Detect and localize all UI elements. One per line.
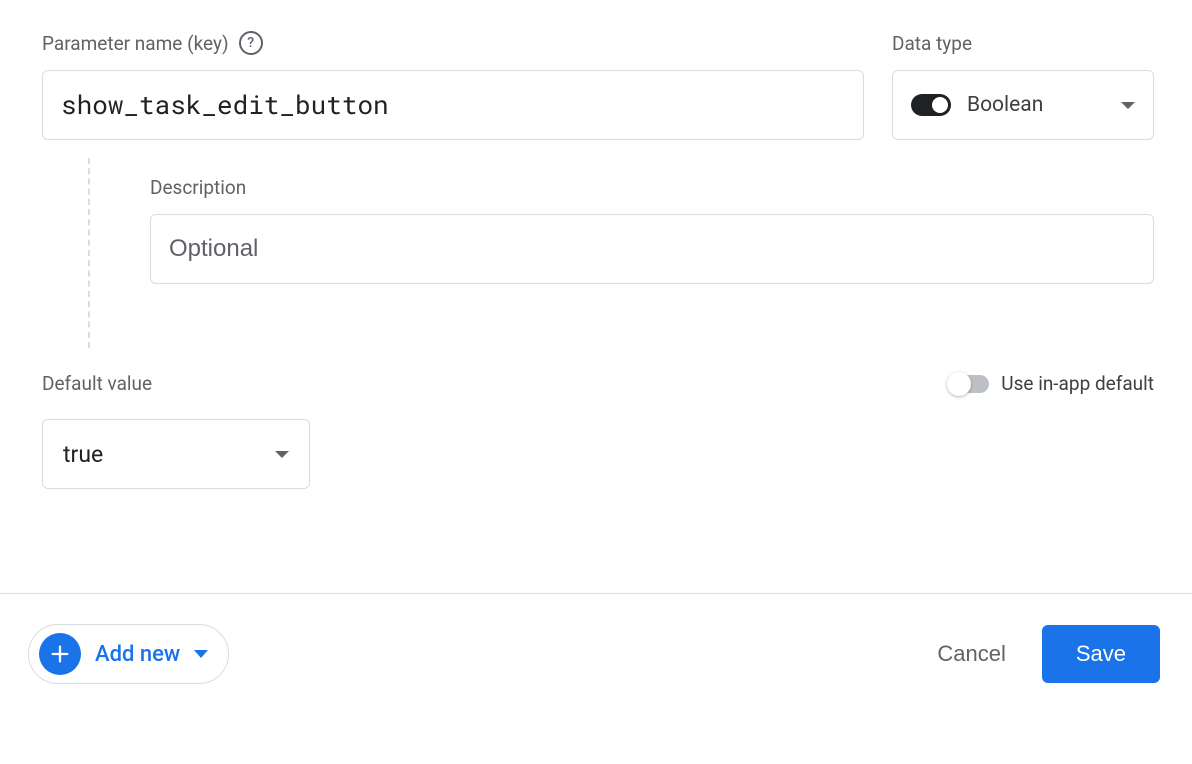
parameter-name-label-text: Parameter name (key) [42,32,229,55]
add-new-button[interactable]: Add new [28,624,229,684]
datatype-select[interactable]: Boolean [892,70,1154,140]
in-app-default-toggle[interactable]: Use in-app default [949,372,1154,395]
chevron-down-icon [275,451,289,458]
toggle-switch-icon [949,375,989,393]
cancel-button[interactable]: Cancel [937,641,1005,667]
description-label: Description [150,172,1154,202]
indent-guide [88,158,90,348]
help-icon[interactable]: ? [239,31,263,55]
default-value-text: true [63,441,103,468]
description-input[interactable] [150,214,1154,284]
in-app-default-label: Use in-app default [1001,372,1154,395]
default-value-select[interactable]: true [42,419,310,489]
add-new-label: Add new [95,642,180,667]
chevron-down-icon [194,650,208,658]
save-button[interactable]: Save [1042,625,1160,683]
boolean-icon [911,94,951,116]
chevron-down-icon [1121,102,1135,109]
datatype-value: Boolean [967,93,1105,117]
parameter-name-input[interactable] [42,70,864,140]
plus-icon [39,633,81,675]
datatype-label: Data type [892,28,1154,58]
parameter-name-label: Parameter name (key) ? [42,28,864,58]
default-value-label: Default value [42,372,152,395]
